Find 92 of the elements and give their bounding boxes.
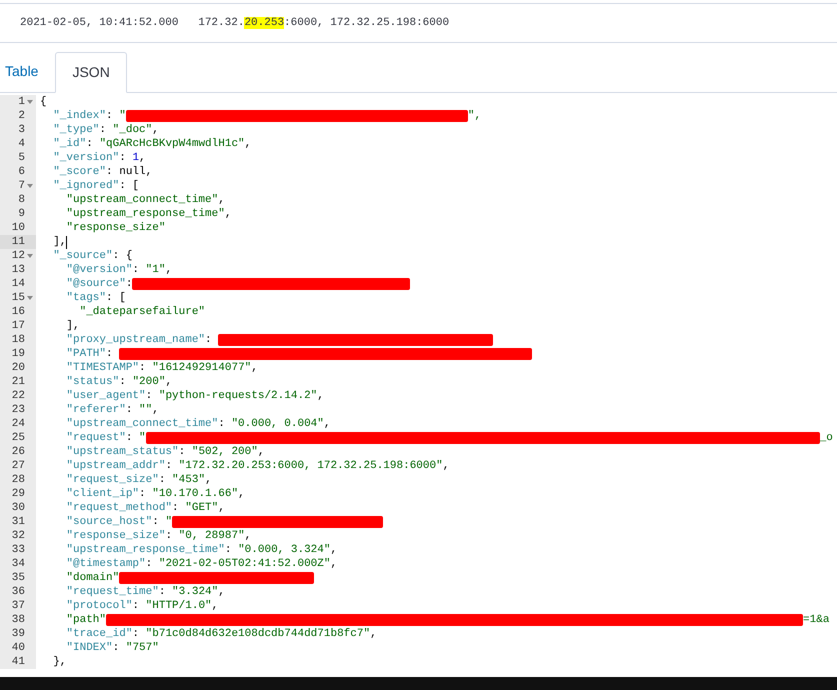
line-number: 30 [12, 501, 25, 515]
code-line: "request_method": "GET", [65, 501, 225, 515]
code-line: "upstream_status": "502, 200", [65, 445, 264, 459]
line-number: 12 [12, 249, 25, 263]
code-line: "response_size": "0, 28987", [65, 529, 252, 543]
line-number: 9 [18, 207, 25, 221]
line-number: 37 [12, 599, 25, 613]
code-line: ], [65, 319, 80, 333]
line-number: 28 [12, 473, 25, 487]
code-line: "upstream_connect_time": "0.000, 0.004", [65, 417, 330, 431]
line-number: 27 [12, 459, 25, 473]
tab[interactable]: JSON [55, 52, 127, 93]
fold-caret-icon[interactable] [26, 296, 32, 300]
tab[interactable]: Table [0, 51, 44, 92]
code-line: "path" [65, 613, 106, 627]
code-line: "tags": [ [65, 291, 126, 305]
code-line: "source_host": " [65, 515, 172, 529]
line-number: 26 [12, 445, 25, 459]
line-number: 10 [12, 221, 25, 235]
line-number: 20 [12, 361, 25, 375]
line-number: 33 [12, 543, 25, 557]
code-fragment: =1&a [803, 613, 830, 627]
code-line: "trace_id": "b71c0d84d632e108dcdb744dd71b8fc7", [65, 627, 377, 641]
line-number: 15 [12, 291, 25, 305]
line-number: 11 [12, 235, 25, 249]
code-line: "@timestamp": "2021-02-05T02:41:52.000Z", [65, 557, 338, 571]
line-number: 4 [18, 137, 25, 151]
code-line: "client_ip": "10.170.1.66", [65, 487, 245, 501]
line-number: 36 [12, 585, 25, 599]
line-number: 35 [12, 571, 25, 585]
code-line: "_index": " [52, 109, 126, 123]
code-line: "proxy_upstream_name": [65, 333, 213, 347]
code-line: "upstream_response_time": "0.000, 3.324", [65, 543, 338, 557]
code-line: "_source": { [52, 249, 132, 263]
line-number: 22 [12, 389, 25, 403]
line-number: 31 [12, 515, 25, 529]
fold-caret-icon[interactable] [26, 100, 32, 104]
code-line: "_type": "_doc", [52, 123, 159, 137]
code-line: "_score": null, [52, 165, 152, 179]
code-line: "upstream_connect_time", [65, 193, 225, 207]
code-line: "request_time": "3.324", [65, 585, 225, 599]
code-line: "referer": "", [65, 403, 159, 417]
code-line: { [40, 95, 47, 109]
fold-caret-icon[interactable] [26, 254, 32, 258]
code-line: "request": " [65, 431, 146, 445]
line-number: 1 [18, 95, 25, 109]
code-line: "_version": 1, [52, 151, 146, 165]
line-number: 34 [12, 557, 25, 571]
line-number: 41 [12, 655, 25, 669]
line-number: 18 [12, 333, 25, 347]
line-number: 39 [12, 627, 25, 641]
code-line: "domain" [65, 571, 120, 585]
document-summary: 2021-02-05, 10:41:52.000 172.32.20.253:6000, 172.32.25.198:6000 [20, 16, 450, 31]
code-line: ], [52, 235, 66, 249]
line-number: 13 [12, 263, 25, 277]
line-number: 40 [12, 641, 25, 655]
code-line: "request_size": "453", [65, 473, 212, 487]
text-cursor [66, 236, 68, 248]
code-line: "status": "200", [65, 375, 172, 389]
code-line: "INDEX": "757" [65, 641, 159, 655]
line-number: 38 [12, 613, 25, 627]
line-number: 8 [18, 193, 25, 207]
line-number: 7 [18, 179, 25, 193]
code-line: "TIMESTAMP": "1612492914077", [65, 361, 258, 375]
line-number: 23 [12, 403, 25, 417]
line-number: 5 [18, 151, 25, 165]
line-number: 19 [12, 347, 25, 361]
line-number: 25 [12, 431, 25, 445]
code-line: "user_agent": "python-requests/2.14.2", [65, 389, 324, 403]
code-line: "@version": "1", [65, 263, 172, 277]
code-line: "protocol": "HTTP/1.0", [65, 599, 218, 613]
fold-caret-icon[interactable] [26, 184, 32, 188]
line-number: 17 [12, 319, 25, 333]
code-fragment: ", [468, 109, 482, 123]
code-line: "_dateparsefailure" [78, 305, 206, 319]
line-number: 32 [12, 529, 25, 543]
code-line: "_id": "qGARcHcBKvpW4mwdlH1c", [52, 137, 252, 151]
line-number: 16 [12, 305, 25, 319]
line-number: 3 [18, 123, 25, 137]
code-line: "upstream_addr": "172.32.20.253:6000, 172.32.25.198:6000", [65, 459, 450, 473]
line-number: 24 [12, 417, 25, 431]
code-line: "PATH": [65, 347, 114, 361]
line-number: 14 [12, 277, 25, 291]
code-line: "upstream_response_time", [65, 207, 232, 221]
line-number: 6 [18, 165, 25, 179]
line-number: 21 [12, 375, 25, 389]
code-line: "response_size" [65, 221, 166, 235]
line-number: 2 [18, 109, 25, 123]
code-line: "@source": [65, 277, 132, 291]
code-line: }, [52, 655, 66, 669]
line-number: 29 [12, 487, 25, 501]
code-line: "_ignored": [ [52, 179, 140, 193]
